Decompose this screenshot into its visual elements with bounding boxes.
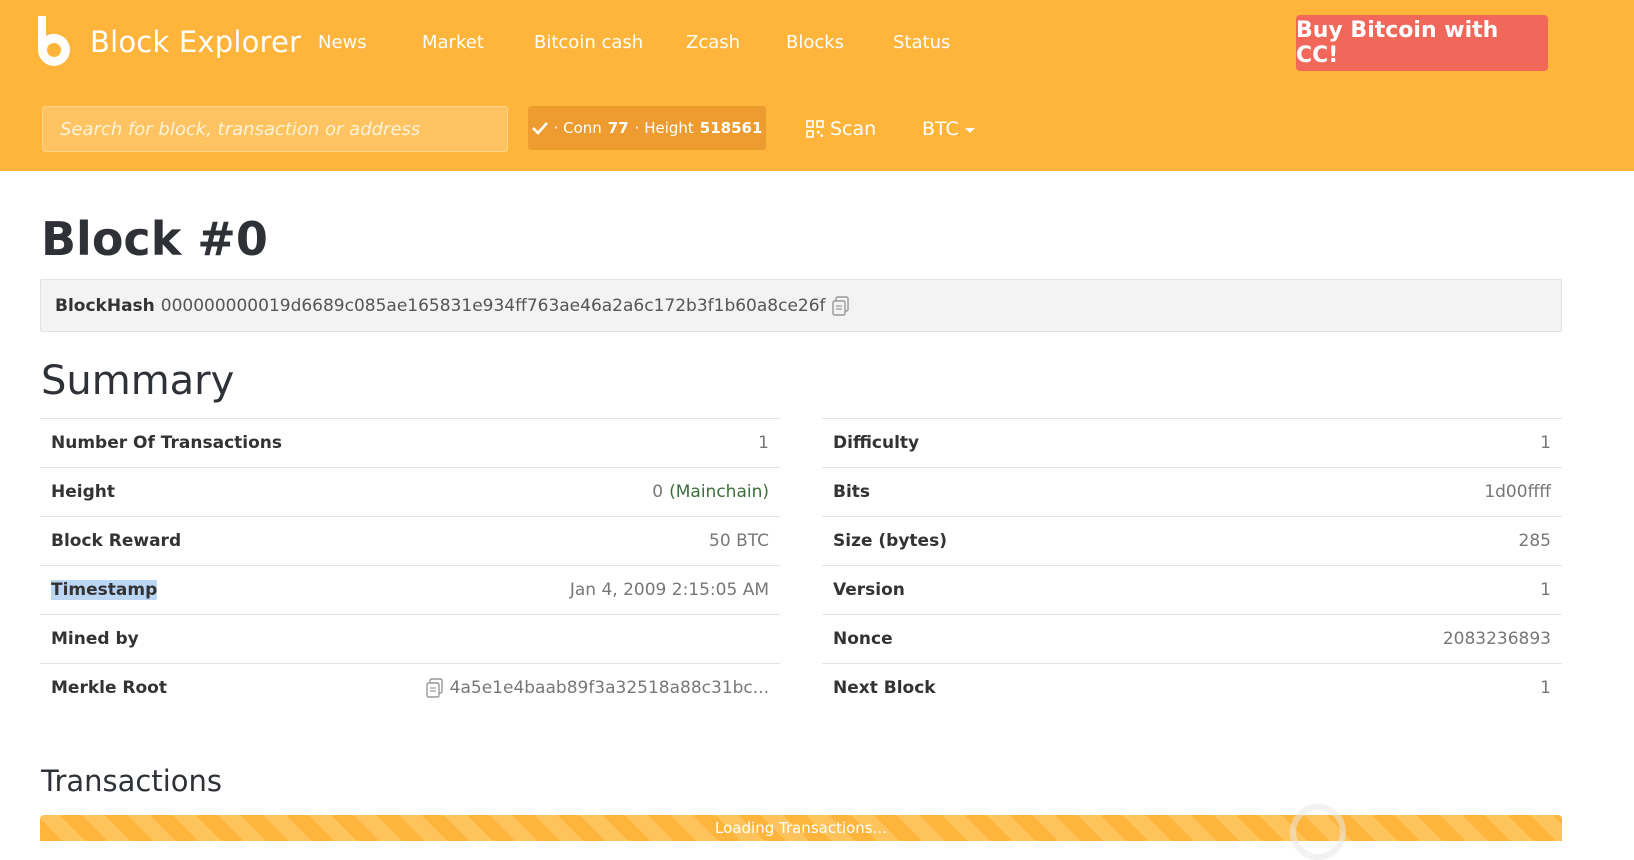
summary-row-version: Version 1 xyxy=(822,565,1562,614)
logo-text: Block Explorer xyxy=(90,25,302,59)
search-input[interactable] xyxy=(58,117,492,141)
currency-label: BTC xyxy=(922,118,959,140)
nav-news[interactable]: News xyxy=(318,32,367,53)
scan-label: Scan xyxy=(830,118,877,140)
next-block-link[interactable]: 1 xyxy=(1540,678,1551,698)
checkmark-icon xyxy=(531,122,548,135)
conn-label: · Conn xyxy=(553,119,602,137)
timestamp-label: Timestamp xyxy=(51,580,158,600)
summary-row-timestamp: Timestamp Jan 4, 2009 2:15:05 AM xyxy=(40,565,780,614)
currency-dropdown[interactable]: BTC xyxy=(922,114,975,144)
summary-row-transactions: Number Of Transactions 1 xyxy=(40,418,780,467)
copy-icon[interactable] xyxy=(831,295,850,316)
height-label: · Height xyxy=(634,119,694,137)
summary-table-right: Difficulty 1 Bits 1d00ffff Size (bytes) … xyxy=(822,418,1562,712)
logo-icon xyxy=(38,16,70,66)
copy-icon[interactable] xyxy=(425,678,444,698)
mainchain-label: (Mainchain) xyxy=(669,482,769,502)
summary-row-difficulty: Difficulty 1 xyxy=(822,418,1562,467)
summary-title: Summary xyxy=(41,358,235,404)
summary-row-bits: Bits 1d00ffff xyxy=(822,467,1562,516)
block-hash-label: BlockHash xyxy=(55,295,155,316)
connection-status-badge: · Conn 77 · Height 518561 xyxy=(528,106,766,150)
summary-row-mined-by: Mined by xyxy=(40,614,780,663)
summary-row-merkle-root: Merkle Root 4a5e1e4baab89f3a32518a88c31b… xyxy=(40,663,780,712)
page-title: Block #0 xyxy=(41,212,268,266)
nav-market[interactable]: Market xyxy=(422,32,484,53)
summary-row-height: Height 0 (Mainchain) xyxy=(40,467,780,516)
top-header: Block Explorer News Market Bitcoin cash … xyxy=(0,0,1634,171)
buy-bitcoin-button[interactable]: Buy Bitcoin with CC! xyxy=(1296,15,1548,71)
scan-button[interactable]: Scan xyxy=(806,114,876,144)
transactions-title: Transactions xyxy=(41,764,223,798)
summary-table-left: Number Of Transactions 1 Height 0 (Mainc… xyxy=(40,418,780,712)
watermark-circle-icon xyxy=(1290,803,1346,860)
caret-down-icon xyxy=(964,127,975,133)
watermark xyxy=(1290,803,1346,860)
block-hash-value: 000000000019d6689c085ae165831e934ff763ae… xyxy=(160,295,826,316)
merkle-root-value: 4a5e1e4baab89f3a32518a88c31bc... xyxy=(449,678,769,698)
summary-row-size: Size (bytes) 285 xyxy=(822,516,1562,565)
block-hash-bar: BlockHash 000000000019d6689c085ae165831e… xyxy=(40,279,1562,332)
conn-value: 77 xyxy=(607,119,629,137)
height-value[interactable]: 0 xyxy=(652,482,663,502)
nav-zcash[interactable]: Zcash xyxy=(686,32,740,53)
nav-bitcoin-cash[interactable]: Bitcoin cash xyxy=(534,32,643,53)
nav-blocks[interactable]: Blocks xyxy=(786,32,844,53)
search-box[interactable] xyxy=(42,106,508,152)
summary-row-block-reward: Block Reward 50 BTC xyxy=(40,516,780,565)
qr-code-icon xyxy=(806,120,824,138)
logo[interactable]: Block Explorer xyxy=(32,14,301,70)
summary-row-next-block: Next Block 1 xyxy=(822,663,1562,712)
summary-row-nonce: Nonce 2083236893 xyxy=(822,614,1562,663)
loading-text: Loading Transactions... xyxy=(715,819,887,837)
height-value: 518561 xyxy=(699,119,763,137)
nav-status[interactable]: Status xyxy=(893,32,950,53)
